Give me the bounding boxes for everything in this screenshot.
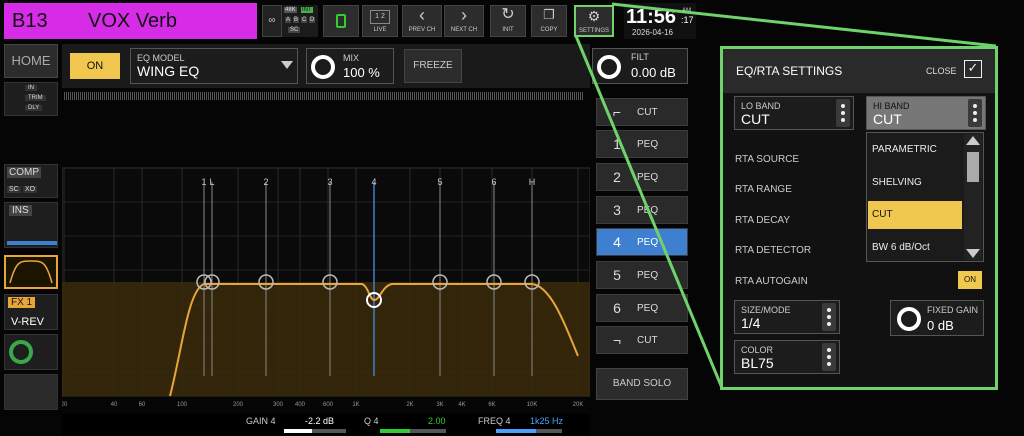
fixed-gain-label: FIXED GAIN bbox=[927, 305, 979, 315]
option-cut[interactable]: CUT bbox=[868, 201, 962, 229]
lo-band-label: LO BAND bbox=[741, 101, 781, 111]
hi-band-label: HI BAND bbox=[873, 101, 910, 111]
size-mode-more-icon[interactable] bbox=[822, 303, 836, 331]
close-checkbox[interactable]: ✓ bbox=[964, 60, 982, 78]
option-bw-6db[interactable]: BW 6 dB/Oct bbox=[868, 234, 962, 260]
rta-autogain-toggle[interactable]: ON bbox=[958, 271, 982, 289]
option-shelving[interactable]: SHELVING bbox=[868, 169, 962, 195]
hi-band-more-icon[interactable] bbox=[968, 99, 982, 127]
fixed-gain-knob-icon bbox=[897, 307, 921, 331]
lo-band-more-icon[interactable] bbox=[836, 99, 850, 127]
panel-title: EQ/RTA SETTINGS bbox=[736, 64, 843, 78]
color-more-icon[interactable] bbox=[822, 343, 836, 371]
rta-decay-label: RTA DECAY bbox=[735, 215, 791, 226]
callout-line-bottom bbox=[574, 35, 724, 389]
lo-band-value: CUT bbox=[741, 111, 770, 127]
eq-screen: B13 VOX Verb ∞ 48K INT A B C D SC 1 2 LI… bbox=[0, 0, 1024, 436]
rta-source-label: RTA SOURCE bbox=[735, 154, 800, 165]
rta-autogain-label: RTA AUTOGAIN bbox=[735, 276, 808, 287]
scroll-up-icon[interactable] bbox=[966, 136, 980, 145]
size-mode-value: 1/4 bbox=[741, 315, 761, 331]
hi-band-value: CUT bbox=[873, 111, 902, 127]
rta-detector-label: RTA DETECTOR bbox=[735, 245, 812, 256]
color-value: BL75 bbox=[741, 355, 774, 371]
scroll-down-icon[interactable] bbox=[966, 249, 980, 258]
option-parametric[interactable]: PARAMETRIC bbox=[868, 136, 962, 162]
fixed-gain-knob[interactable]: FIXED GAIN 0 dB bbox=[890, 300, 984, 336]
scroll-thumb[interactable] bbox=[967, 152, 979, 182]
fixed-gain-value: 0 dB bbox=[927, 318, 954, 333]
rta-range-label: RTA RANGE bbox=[735, 184, 792, 195]
size-mode-label: SIZE/MODE bbox=[741, 305, 791, 315]
close-label: CLOSE bbox=[926, 66, 957, 76]
callout-line-top bbox=[611, 2, 997, 48]
color-label: COLOR bbox=[741, 345, 774, 355]
